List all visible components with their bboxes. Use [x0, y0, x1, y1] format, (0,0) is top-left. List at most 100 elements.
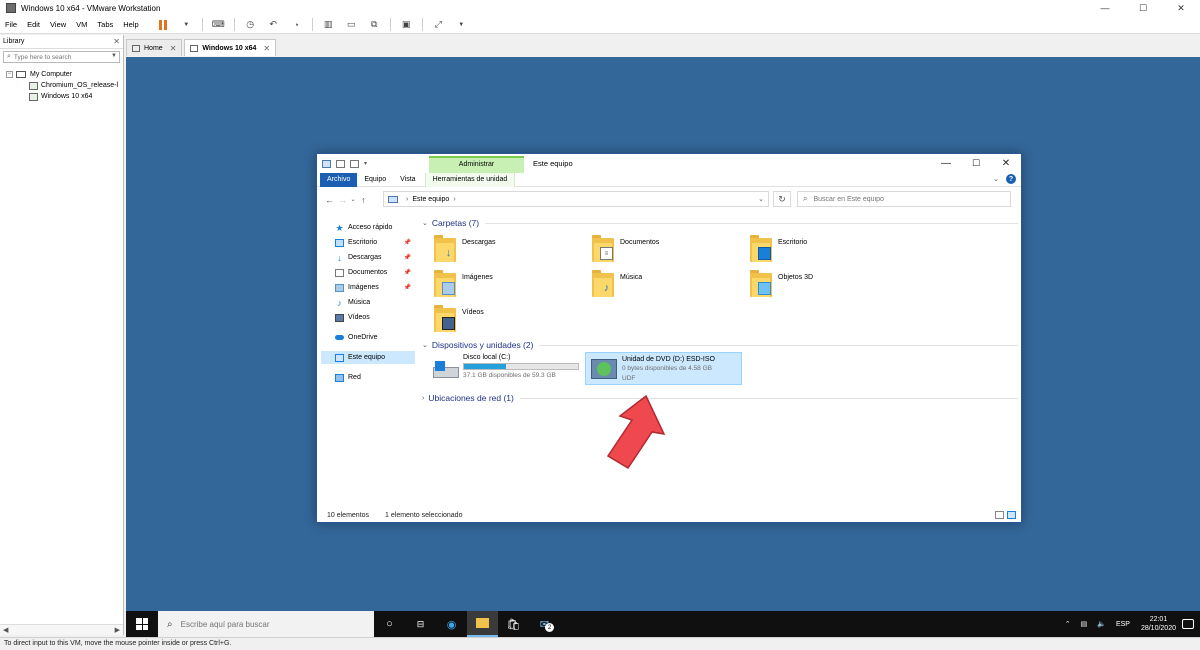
minimize-icon[interactable]: — [1086, 0, 1124, 16]
group-header-folders[interactable]: ⌄ Carpetas (7) [422, 217, 1018, 229]
close-icon[interactable]: ✕ [1162, 0, 1200, 16]
tree-item-chromium-vm[interactable]: Chromium_OS_release-l [0, 80, 123, 91]
fullscreen-icon[interactable]: ▭ [345, 19, 358, 31]
arrow-left-icon[interactable]: ◀ [3, 626, 8, 634]
folder-documents[interactable]: ≡ Documentos [580, 233, 730, 267]
drive-d-dvd[interactable]: Unidad de DVD (D:) ESD-ISO 0 bytes dispo… [585, 352, 742, 385]
task-view-button[interactable]: ⊟ [405, 611, 436, 637]
maximize-icon[interactable]: ☐ [1124, 0, 1162, 16]
pause-icon[interactable] [157, 19, 170, 31]
chevron-down-icon[interactable]: ⌄ [422, 341, 428, 349]
close-icon[interactable]: ✕ [170, 44, 177, 53]
folder-3d-objects[interactable]: Objetos 3D [738, 268, 888, 302]
expand-ribbon-icon[interactable]: ⌄ [993, 175, 999, 183]
console-icon[interactable]: ▣ [400, 19, 413, 31]
context-tab-group[interactable]: Administrar [429, 156, 524, 173]
tree-item-windows-vm[interactable]: Windows 10 x64 [0, 91, 123, 102]
volume-icon[interactable]: 🔈 [1097, 620, 1106, 628]
nav-item-network[interactable]: Red [321, 371, 415, 384]
language-indicator[interactable]: ESP [1116, 621, 1130, 628]
menu-file[interactable]: File [0, 20, 22, 29]
revert-snapshot-icon[interactable]: ↶ [267, 19, 280, 31]
new-folder-icon[interactable] [350, 159, 359, 168]
chevron-down-icon[interactable]: ▼ [111, 53, 117, 59]
close-icon[interactable]: ✕ [991, 154, 1021, 173]
chevron-down-icon[interactable]: ⌄ [758, 195, 764, 203]
tab-equipo[interactable]: Equipo [357, 173, 393, 187]
store-button[interactable]: 🛍 [498, 611, 529, 637]
folder-downloads[interactable]: ↓ Descargas [422, 233, 572, 267]
tiles-view-icon[interactable] [1007, 511, 1016, 519]
tab-herramientas-unidad[interactable]: Herramientas de unidad [424, 172, 516, 187]
tab-windows-vm[interactable]: Windows 10 x64 ✕ [184, 39, 277, 56]
file-explorer-button[interactable] [467, 611, 498, 637]
taskbar-search-input[interactable] [180, 619, 361, 629]
up-arrow-icon[interactable]: ↑ [357, 195, 370, 205]
nav-item-quick-access[interactable]: ★ Acceso rápido [321, 221, 415, 234]
folder-videos[interactable]: Vídeos [422, 303, 572, 337]
breadcrumb-chevron-icon[interactable]: › [453, 196, 455, 203]
group-header-devices[interactable]: ⌄ Dispositivos y unidades (2) [422, 339, 1018, 351]
chevron-down-icon[interactable]: ▼ [455, 19, 468, 31]
tab-vista[interactable]: Vista [393, 173, 422, 187]
menu-edit[interactable]: Edit [22, 20, 45, 29]
minimize-icon[interactable]: — [931, 154, 961, 173]
details-view-icon[interactable] [995, 511, 1004, 519]
maximize-icon[interactable]: ☐ [961, 154, 991, 173]
library-scrollbar[interactable]: ◀ ▶ [0, 624, 123, 635]
explorer-search[interactable]: ⌕ [797, 191, 1011, 207]
tab-home[interactable]: Home ✕ [126, 39, 183, 56]
chevron-right-icon[interactable]: › [422, 395, 424, 402]
start-button[interactable] [126, 611, 158, 637]
arrow-right-icon[interactable]: ▶ [115, 626, 120, 634]
help-icon[interactable]: ? [1006, 174, 1016, 184]
nav-item-downloads[interactable]: ↓ Descargas 📌 [321, 251, 415, 264]
address-bar[interactable]: › Este equipo › ⌄ [383, 191, 769, 207]
nav-item-music[interactable]: ♪ Música [321, 296, 415, 309]
chevron-down-icon[interactable]: ⌄ [422, 219, 428, 227]
chevron-down-icon[interactable]: ⌄ [349, 196, 357, 203]
network-icon[interactable]: ▤ [1081, 620, 1088, 628]
forward-arrow-icon[interactable]: → [336, 195, 349, 205]
nav-item-videos[interactable]: Vídeos [321, 311, 415, 324]
nav-item-images[interactable]: Imágenes 📌 [321, 281, 415, 294]
library-search[interactable]: ⌕ ▼ [3, 51, 120, 63]
chevron-down-icon[interactable]: ▼ [180, 19, 193, 31]
close-icon[interactable]: ✕ [113, 37, 120, 46]
collapse-icon[interactable]: − [6, 71, 13, 78]
menu-vm[interactable]: VM [71, 20, 92, 29]
nav-item-documents[interactable]: Documentos 📌 [321, 266, 415, 279]
nav-item-onedrive[interactable]: OneDrive [321, 331, 415, 344]
close-icon[interactable]: ✕ [263, 44, 270, 53]
nav-item-this-pc[interactable]: Este equipo [321, 351, 415, 364]
chevron-down-icon[interactable]: ▾ [364, 160, 367, 167]
folder-desktop[interactable]: Escritorio [738, 233, 888, 267]
breadcrumb-chevron-icon[interactable]: › [406, 196, 408, 203]
menu-help[interactable]: Help [118, 20, 143, 29]
library-search-input[interactable] [10, 53, 101, 61]
show-hidden-icons-icon[interactable]: ⌃ [1065, 620, 1071, 628]
refresh-button[interactable]: ↻ [773, 191, 791, 207]
tree-item-my-computer[interactable]: − My Computer [0, 69, 123, 80]
snapshot-icon[interactable]: ◷ [244, 19, 257, 31]
mail-button[interactable]: ✉ 2 [529, 611, 560, 637]
properties-icon[interactable] [336, 159, 345, 168]
drive-c[interactable]: Disco local (C:) 37.1 GB disponibles de … [427, 351, 581, 384]
back-arrow-icon[interactable]: ← [323, 195, 336, 205]
notification-icon[interactable] [1182, 619, 1194, 629]
library-view-icon[interactable]: ▥ [322, 19, 335, 31]
folder-music[interactable]: ♪ Música [580, 268, 730, 302]
breadcrumb-item[interactable]: Este equipo [412, 196, 449, 203]
edge-button[interactable]: ◉ [436, 611, 467, 637]
unity-icon[interactable]: ⧉ [368, 19, 381, 31]
send-ctrl-alt-del-icon[interactable]: ⌨ [212, 19, 225, 31]
clock[interactable]: 22:01 28/10/2020 [1141, 615, 1176, 633]
cortana-button[interactable]: ○ [374, 611, 405, 637]
menu-tabs[interactable]: Tabs [92, 20, 118, 29]
guest-desktop[interactable]: ▾ Administrar Este equipo — ☐ ✕ Archivo … [126, 57, 1200, 612]
explorer-search-input[interactable] [813, 195, 994, 203]
taskbar-search[interactable]: ⌕ [158, 611, 374, 637]
tab-archivo[interactable]: Archivo [320, 172, 358, 187]
folder-images[interactable]: Imágenes [422, 268, 572, 302]
nav-item-desktop[interactable]: Escritorio 📌 [321, 236, 415, 249]
